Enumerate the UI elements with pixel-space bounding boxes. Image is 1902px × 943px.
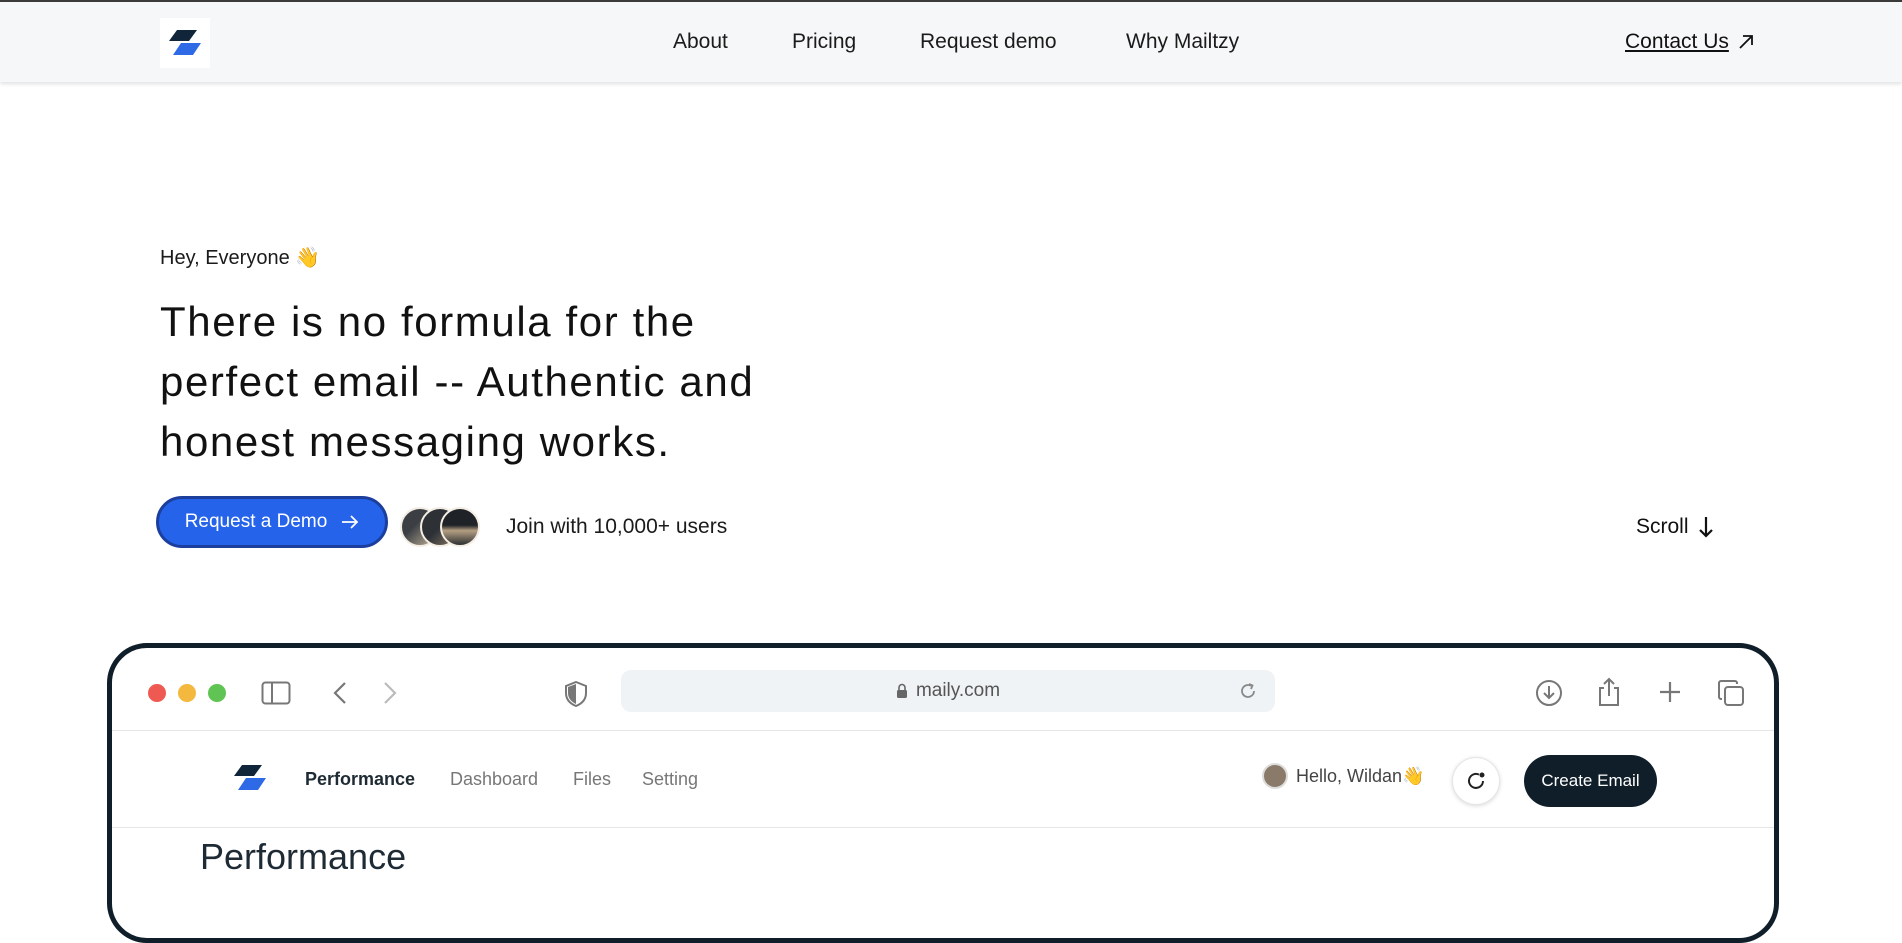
nav-about[interactable]: About	[673, 30, 728, 54]
maximize-dot-icon	[208, 684, 226, 702]
reload-icon	[1241, 683, 1255, 698]
headline-line-1: There is no formula for the	[160, 298, 696, 345]
user-greeting-text: Hello, Wildan👋	[1296, 765, 1425, 786]
headline-line-3: honest messaging works.	[160, 418, 671, 465]
share-icon	[1599, 677, 1619, 706]
contact-us-link[interactable]: Contact Us	[1625, 30, 1755, 54]
contact-us-label: Contact Us	[1625, 30, 1729, 53]
arrow-right-icon	[342, 515, 359, 529]
browser-toolbar: maily.com	[112, 648, 1774, 731]
minimize-dot-icon	[178, 684, 196, 702]
arrow-down-icon	[1698, 517, 1713, 538]
create-email-button[interactable]: Create Email	[1524, 755, 1657, 807]
app-nav-setting[interactable]: Setting	[642, 769, 698, 790]
sidebar-toggle-icon	[261, 681, 291, 705]
lock-icon	[896, 683, 907, 698]
app-navbar: Performance Dashboard Files Setting Hell…	[112, 731, 1774, 828]
hero-greeting: Hey, Everyone 👋	[160, 247, 321, 269]
url-text: maily.com	[915, 680, 1001, 701]
app-nav-performance[interactable]: Performance	[305, 769, 415, 790]
close-dot-icon	[148, 684, 166, 702]
request-demo-label: Request a Demo	[184, 511, 328, 532]
nav-why-mailtzy[interactable]: Why Mailtzy	[1126, 30, 1239, 54]
arrow-up-right-icon	[1739, 35, 1753, 49]
back-icon	[333, 682, 346, 704]
avatar	[1262, 763, 1288, 789]
nav-request-demo[interactable]: Request demo	[920, 30, 1057, 54]
top-navbar: About Pricing Request demo Why Mailtzy C…	[0, 0, 1902, 82]
scroll-indicator[interactable]: Scroll	[1636, 515, 1713, 539]
app-nav-dashboard[interactable]: Dashboard	[450, 769, 538, 790]
request-demo-button[interactable]: Request a Demo	[156, 496, 388, 548]
user-greeting: Hello, Wildan👋	[1262, 763, 1424, 789]
browser-mockup: maily.com Performance Dashboard Files Se…	[107, 643, 1779, 943]
logo-icon	[169, 30, 201, 55]
notification-button[interactable]	[1452, 757, 1500, 805]
avatar	[440, 507, 480, 547]
shield-icon	[565, 681, 587, 707]
new-tab-icon	[1660, 682, 1680, 702]
nav-pricing[interactable]: Pricing	[792, 30, 856, 54]
hero-headline: There is no formula for the perfect emai…	[160, 292, 880, 472]
page-title: Performance	[200, 836, 407, 877]
tabs-overview-icon	[1718, 680, 1744, 706]
user-avatars	[400, 507, 484, 549]
forward-icon	[384, 682, 397, 704]
headline-line-2: perfect email -- Authentic and	[160, 358, 755, 405]
app-nav-files[interactable]: Files	[573, 769, 611, 790]
mailtzy-logo[interactable]	[160, 18, 210, 68]
refresh-icon	[1468, 772, 1485, 789]
app-logo-icon	[234, 765, 266, 790]
download-icon	[1536, 680, 1562, 706]
scroll-label: Scroll	[1636, 515, 1689, 538]
address-bar[interactable]: maily.com	[621, 670, 1275, 712]
join-users-text: Join with 10,000+ users	[506, 515, 728, 538]
